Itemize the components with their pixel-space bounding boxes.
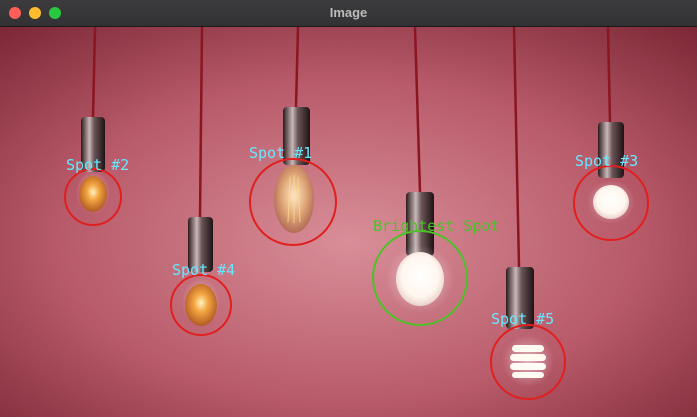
- spot-3-label: Spot #3: [575, 152, 638, 170]
- spot-5-label: Spot #5: [491, 310, 554, 328]
- title-bar[interactable]: Image: [0, 0, 697, 27]
- spot-2-label: Spot #2: [66, 156, 129, 174]
- spot-4-label: Spot #4: [172, 261, 235, 279]
- image-display: Spot #1 Spot #2 Spot #3 Spot #4 Spot #5 …: [0, 27, 697, 417]
- image-canvas: Spot #1 Spot #2 Spot #3 Spot #4 Spot #5 …: [0, 27, 697, 417]
- image-window: Image Spot #1 Spot #2 Spot #3 Spot #4 Sp…: [0, 0, 697, 417]
- spot-1-label: Spot #1: [249, 144, 312, 162]
- brightest-spot-label: Brightest Spot: [373, 217, 499, 235]
- window-title: Image: [329, 5, 368, 20]
